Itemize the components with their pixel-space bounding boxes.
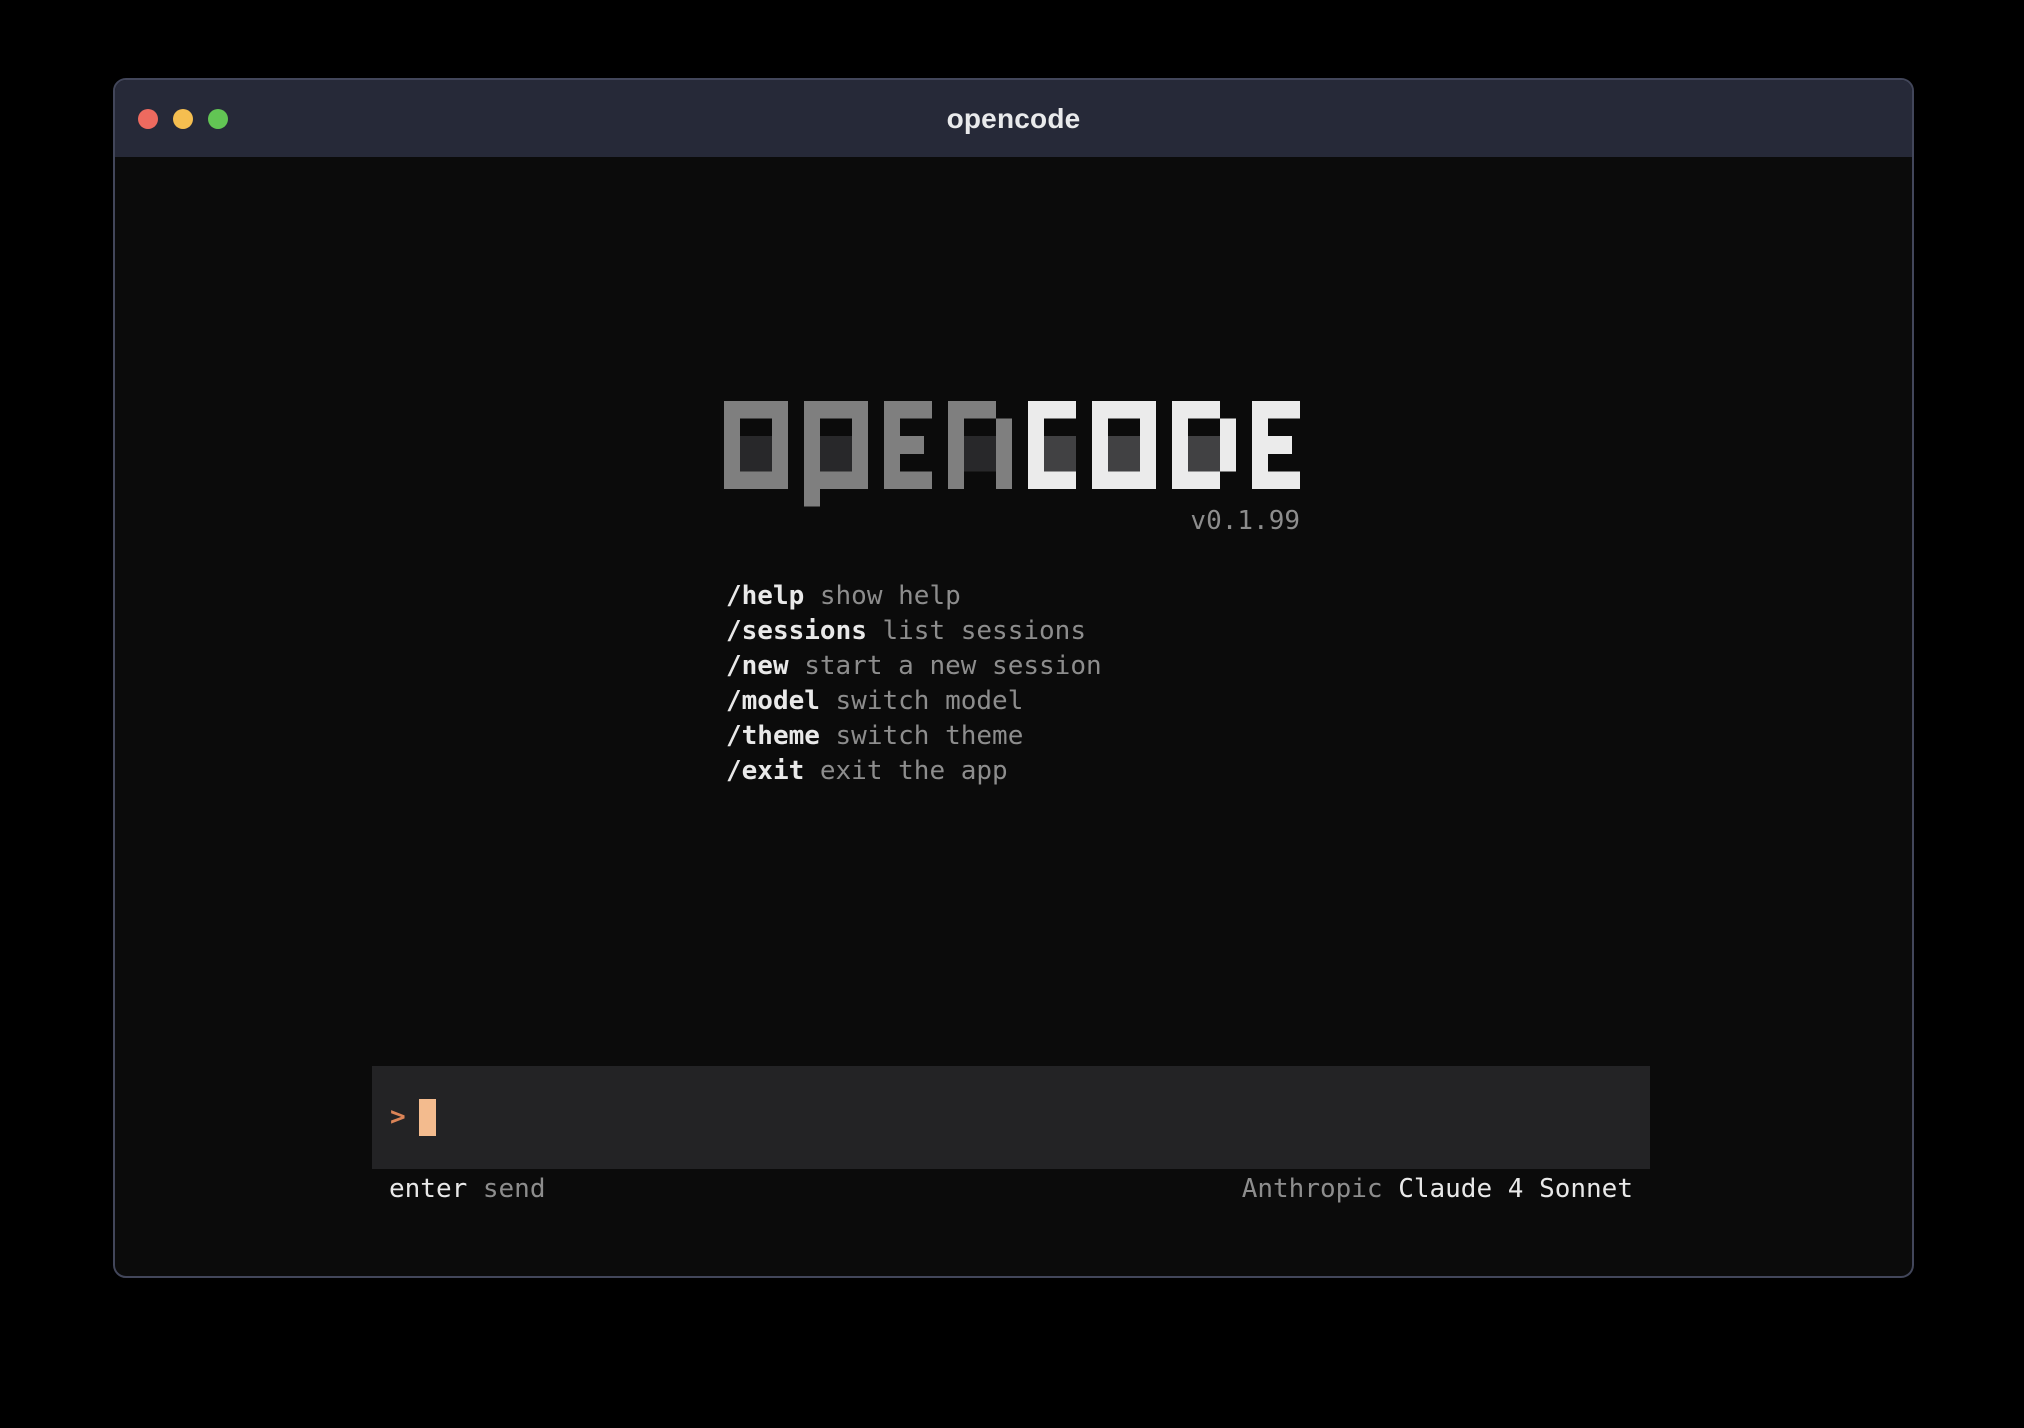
close-button[interactable] [138,109,158,129]
key-hint-action: send [483,1174,546,1204]
command-name: /sessions [726,616,867,646]
command-name: /theme [726,721,820,751]
command-desc: switch model [836,686,1024,716]
model-name: Claude 4 Sonnet [1398,1174,1633,1204]
version-label: v0.1.99 [724,504,1300,538]
opencode-logo [724,401,1300,507]
command-item: /new start a new session [726,649,1102,684]
command-name: /model [726,686,820,716]
minimize-button[interactable] [173,109,193,129]
command-desc: switch theme [836,721,1024,751]
command-item: /sessions list sessions [726,614,1102,649]
model-indicator: Anthropic Claude 4 Sonnet [1242,1172,1633,1206]
command-item: /theme switch theme [726,719,1102,754]
window-title: opencode [947,103,1081,135]
prompt-icon: > [390,1066,406,1169]
zoom-button[interactable] [208,109,228,129]
command-name: /exit [726,756,804,786]
model-provider: Anthropic [1242,1174,1383,1204]
statusbar: enter send Anthropic Claude 4 Sonnet [372,1172,1650,1206]
command-name: /help [726,581,804,611]
command-item: /model switch model [726,684,1102,719]
text-cursor-icon [419,1099,436,1136]
command-item: /exit exit the app [726,754,1102,789]
command-name: /new [726,651,789,681]
opencode-window: opencode v0.1.99 /help show help /session… [113,78,1914,1278]
command-desc: start a new session [804,651,1101,681]
command-desc: exit the app [820,756,1008,786]
titlebar[interactable]: opencode [115,80,1912,157]
message-input[interactable]: > [372,1066,1650,1169]
command-desc: list sessions [882,616,1086,646]
key-hint-key: enter [389,1174,467,1204]
key-hint: enter send [389,1172,546,1206]
command-item: /help show help [726,579,1102,614]
command-desc: show help [820,581,961,611]
command-list: /help show help /sessions list sessions /n… [726,579,1102,789]
traffic-lights [138,80,228,157]
